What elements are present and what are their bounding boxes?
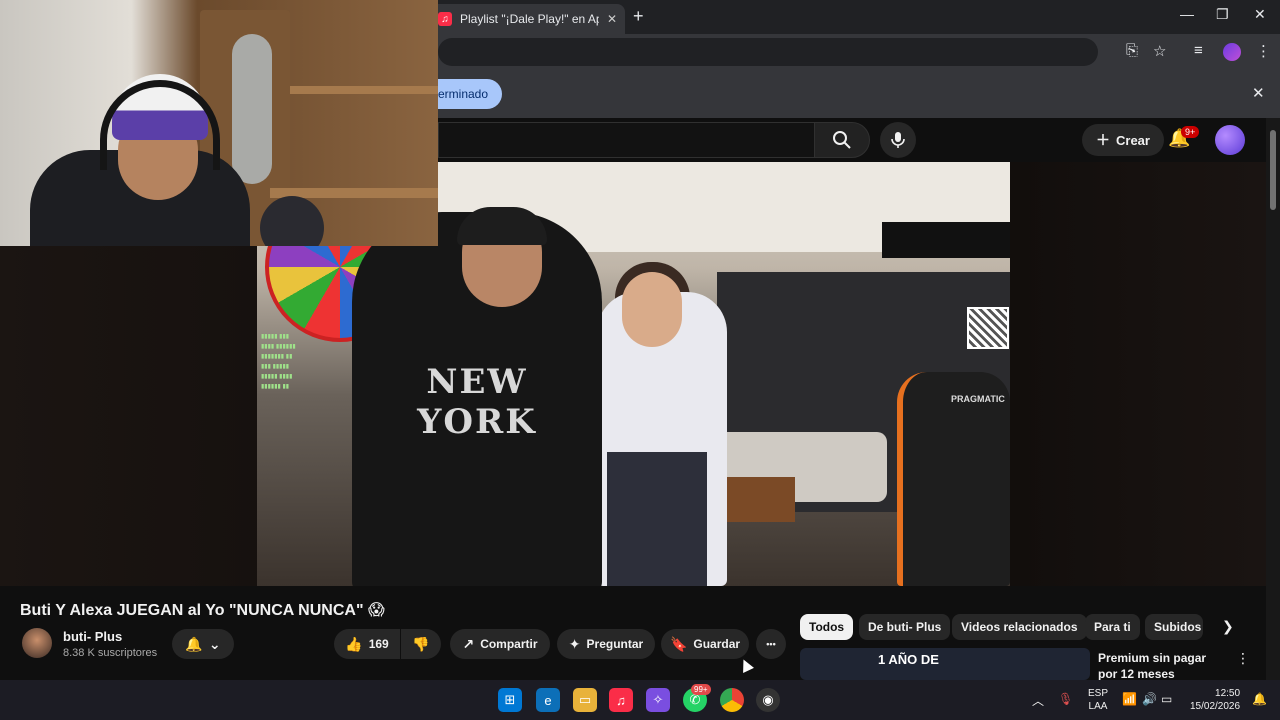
subscriber-count: 8.38 K suscriptores [63,647,158,659]
mirror [232,34,272,184]
woman-head [622,272,682,347]
suggested-video-title[interactable]: Premium sin pagar por 12 meses [1098,650,1228,682]
chrome-menu-icon[interactable]: ⋮ [1256,42,1271,60]
woman-jeans [607,452,707,586]
notification-badge: 9+ [1181,126,1200,138]
infobar-close-icon[interactable]: ✕ [1252,84,1265,102]
keyboard-layout: LAA [1088,701,1108,712]
chip-todos[interactable]: Todos [800,614,854,640]
create-button[interactable]: ＋ Crear [1082,124,1164,156]
thumbnail-text: 1 AÑO DE [878,652,939,667]
tab-apple-music[interactable]: ♫ Playlist "¡Dale Play!" en Apple M ✕ [430,4,625,34]
apple-music-taskbar-icon[interactable]: ♫ [609,688,633,712]
apple-music-icon: ♫ [438,12,452,26]
like-count: 169 [368,637,389,651]
bookmark-star-icon[interactable]: ☆ [1153,42,1166,60]
dislike-button[interactable]: 👎 [401,629,441,659]
qr-code [967,307,1009,349]
bookmark-icon: 🔖 [669,635,688,652]
basketball [260,196,324,246]
microphone-tray-icon[interactable]: 🎙 [1058,692,1073,706]
clock-date: 15/02/2026 [1190,701,1241,712]
plus-icon: ＋ [1096,132,1110,148]
url-field[interactable] [438,38,1098,66]
video-info: Buti Y Alexa JUEGAN al Yo "NUNCA NUNCA" … [0,586,1266,682]
close-window-icon[interactable]: ✕ [1254,6,1266,23]
media-control-icon[interactable]: ≡ [1194,42,1203,59]
webcam-overlay [0,0,438,246]
share-button[interactable]: ↗ Compartir [450,629,550,659]
language-indicator[interactable]: ESP LAA [1088,687,1108,713]
channel-name[interactable]: buti- Plus [63,629,122,644]
overlay-black-box [882,222,1010,258]
wifi-icon[interactable]: 📶 [1122,692,1137,706]
chip-channel[interactable]: De buti- Plus [859,614,951,640]
microphone-icon [891,132,905,148]
share-icon: ↗ [462,635,475,652]
edge-icon[interactable]: e [536,688,560,712]
language-code: ESP [1088,688,1109,699]
video-title: Buti Y Alexa JUEGAN al Yo "NUNCA NUNCA" … [20,602,385,619]
tab-title: Playlist "¡Dale Play!" en Apple M [460,12,599,26]
voice-search-button[interactable] [880,122,916,158]
chevron-down-icon: ⌄ [208,635,221,652]
chevron-right-icon[interactable]: ❯ [1222,618,1234,635]
scrollbar-thumb[interactable] [1270,130,1276,210]
channel-avatar[interactable] [22,628,52,658]
suggested-video-thumbnail[interactable]: 1 AÑO DE [800,648,1090,680]
battery-icon[interactable]: ▭ [1161,692,1172,706]
bell-icon: 🔔 [185,635,203,652]
save-button[interactable]: 🔖 Guardar [661,629,749,659]
sparkle-icon: ✦ [568,635,581,652]
thumbs-down-icon: 👎 [412,635,430,652]
like-button[interactable]: 👍 169 [334,629,400,659]
chair-brand-text: PRAGMATIC [951,394,1005,404]
file-explorer-icon[interactable]: ▭ [573,688,597,712]
shirt-text: NEW YORK [417,362,537,442]
profile-avatar[interactable] [1223,43,1241,61]
chip-uploaded[interactable]: Subidos r [1145,614,1203,640]
volume-icon[interactable]: 🔊 [1142,692,1157,706]
share-label: Compartir [480,637,538,651]
chip-related[interactable]: Videos relacionados [952,614,1087,640]
subscribe-bell-button[interactable]: 🔔 ⌄ [172,629,234,659]
man-cap [457,207,547,245]
obs-icon[interactable]: ◉ [756,688,780,712]
minimize-icon[interactable]: — [1180,6,1194,22]
more-actions-button[interactable]: ••• [756,629,786,659]
gaming-chair [897,372,1010,586]
copilot-icon[interactable]: ✧ [646,688,670,712]
screen: ♫ Playlist "¡Dale Play!" en Apple M ✕ + … [0,0,1280,720]
ask-button[interactable]: ✦ Preguntar [557,629,655,659]
clock-time: 12:50 [1215,688,1241,699]
scrollbar[interactable] [1266,118,1280,680]
chrome-icon[interactable] [720,688,744,712]
whatsapp-badge: 99+ [691,684,711,695]
system-clock[interactable]: 12:50 15/02/2026 [1190,687,1240,713]
thumbs-up-icon: 👍 [345,635,363,652]
search-icon [833,131,851,149]
maximize-icon[interactable]: ❐ [1216,6,1229,23]
install-app-icon[interactable]: ⎘ [1126,42,1138,59]
start-windows-icon[interactable]: ⊞ [498,688,522,712]
shelf [290,86,438,94]
coffee-table [715,477,795,522]
save-label: Guardar [693,637,741,651]
create-label: Crear [1116,132,1150,148]
account-avatar[interactable] [1215,125,1245,155]
search-button[interactable] [814,122,870,158]
search-input[interactable] [438,122,814,158]
tab-close-icon[interactable]: ✕ [607,12,617,26]
ask-label: Preguntar [586,637,644,651]
new-tab-button[interactable]: + [633,6,644,27]
windows-taskbar: ⊞ e ▭ ♫ ✧ ✆ 99+ ◉ ︿ 🎙 ESP LAA 📶 🔊 ▭ 12:5… [0,680,1280,720]
suggestion-menu-icon[interactable]: ⋮ [1236,650,1250,667]
notification-center-icon[interactable]: 🔔 [1252,692,1267,706]
chip-for-you[interactable]: Para ti [1085,614,1140,640]
show-hidden-icons-icon[interactable]: ︿ [1032,692,1044,709]
